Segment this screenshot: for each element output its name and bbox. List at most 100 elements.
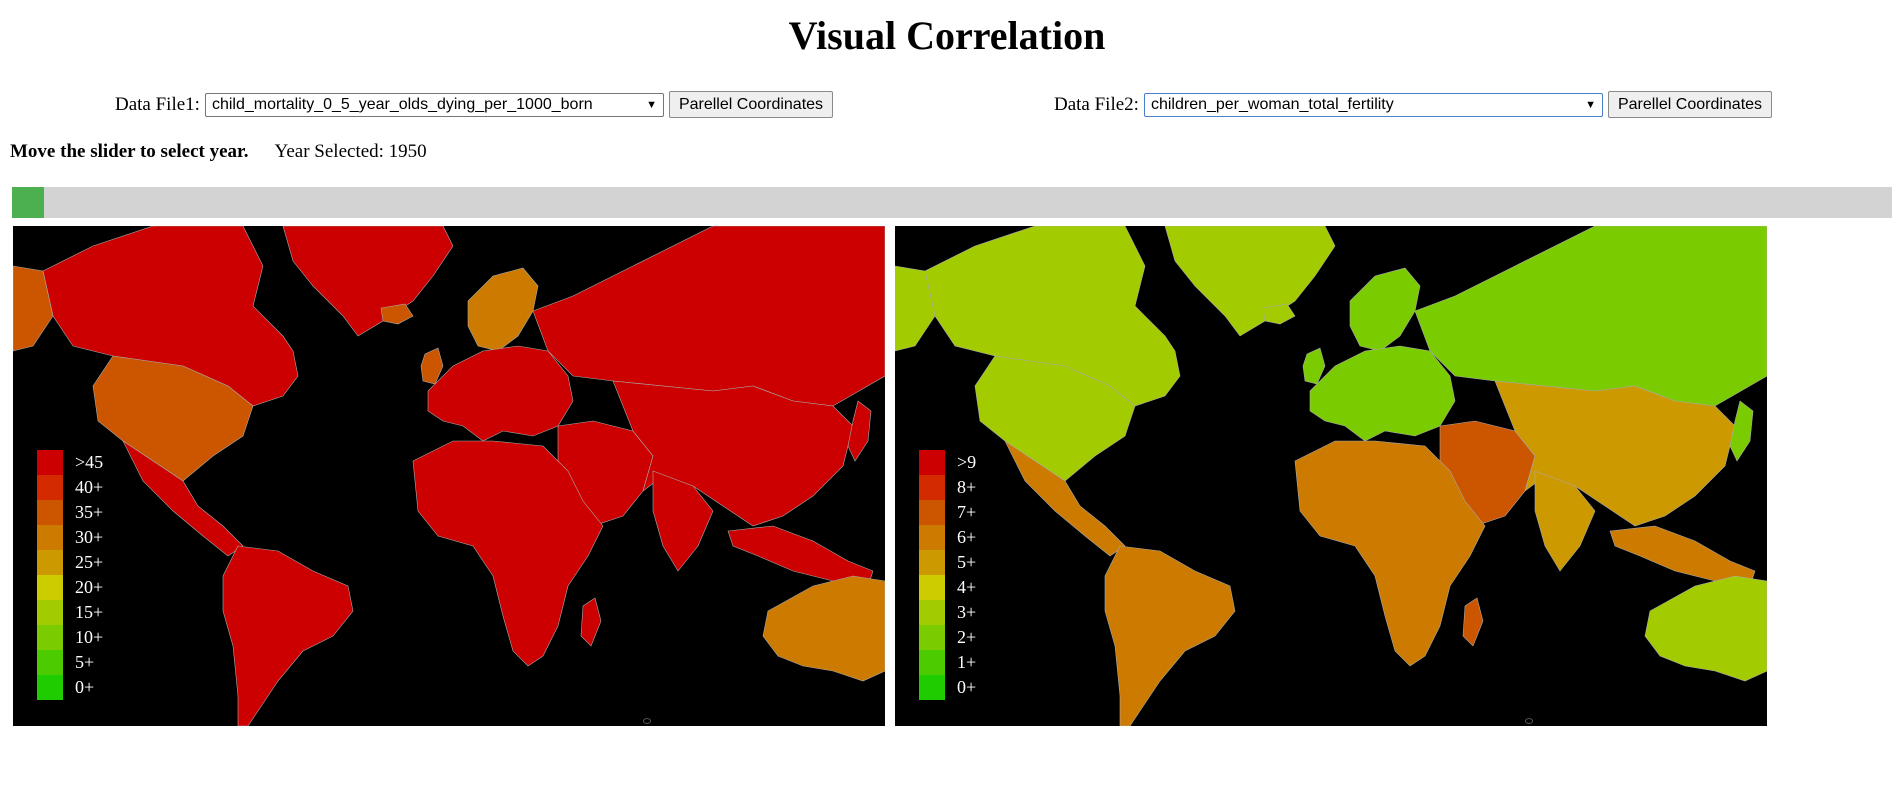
slider-info: Move the slider to select year. Year Sel… (10, 141, 427, 163)
region-australia (762, 575, 885, 682)
legend-item: 0+ (919, 675, 976, 700)
legend-item: 8+ (919, 475, 976, 500)
region-europe (427, 345, 574, 442)
region-europe (1309, 345, 1456, 442)
parallel-coordinates-button-1[interactable]: Parellel Coordinates (668, 91, 834, 118)
legend-label: 6+ (957, 527, 977, 547)
region-russia (1414, 226, 1767, 407)
data-file2-group: Data File2: children_per_woman_total_fer… (1054, 91, 1773, 118)
legend-item: 7+ (919, 500, 976, 525)
dropdown-arrow-icon: ▼ (1585, 98, 1596, 111)
legend-item: 3+ (919, 600, 976, 625)
dropdown-arrow-icon: ▼ (646, 98, 657, 111)
legend-swatch (37, 575, 63, 600)
legend-item: 35+ (37, 500, 103, 525)
legend-item: 4+ (919, 575, 976, 600)
legend-swatch (37, 550, 63, 575)
legend-swatch (37, 475, 63, 500)
data-file2-label: Data File2: (1054, 93, 1139, 115)
region-south-america (222, 545, 354, 726)
legend-swatch (37, 625, 63, 650)
legend-swatch (919, 575, 945, 600)
legend-swatch (37, 450, 63, 475)
parallel-coordinates-button-2[interactable]: Parellel Coordinates (1607, 91, 1773, 118)
legend-swatch (37, 600, 63, 625)
region-iceland (1262, 303, 1296, 325)
region-russia (532, 226, 885, 407)
legend-item: 15+ (37, 600, 103, 625)
legend-swatch (919, 475, 945, 500)
legend-label: 15+ (75, 602, 104, 622)
legend-swatch (37, 525, 63, 550)
region-south-america (1104, 545, 1236, 726)
legend-swatch (919, 650, 945, 675)
legend-swatch (919, 600, 945, 625)
year-selected-text: Year Selected: 1950 (274, 141, 427, 162)
world-map-svg (13, 226, 885, 726)
region-scandinavia (1349, 267, 1421, 352)
legend-item: 1+ (919, 650, 976, 675)
legend-swatch (919, 525, 945, 550)
legend-label: 20+ (75, 577, 104, 597)
region-uk (1302, 347, 1326, 385)
legend-swatch (37, 500, 63, 525)
legend-swatch (919, 500, 945, 525)
legend: >45 40+ 35+ 30+ 25+ 20+ 15+ 10+ 5+ 0+ (37, 450, 103, 700)
legend-item: 30+ (37, 525, 103, 550)
data-file1-group: Data File1: child_mortality_0_5_year_old… (115, 91, 834, 118)
data-file1-value: child_mortality_0_5_year_olds_dying_per_… (211, 95, 593, 113)
legend: >9 8+ 7+ 6+ 5+ 4+ 3+ 2+ 1+ 0+ (919, 450, 976, 700)
map-fertility: >9 8+ 7+ 6+ 5+ 4+ 3+ 2+ 1+ 0+ (895, 226, 1767, 726)
legend-swatch (37, 650, 63, 675)
data-file1-label: Data File1: (115, 93, 200, 115)
region-japan (1729, 400, 1754, 462)
legend-label: 3+ (957, 602, 977, 622)
legend-label: >9 (957, 452, 977, 472)
data-file1-select[interactable]: child_mortality_0_5_year_olds_dying_per_… (204, 92, 664, 117)
data-file2-select[interactable]: children_per_woman_total_fertility ▼ (1143, 92, 1603, 117)
copyright-mark-icon (1525, 718, 1533, 724)
legend-item: >9 (919, 450, 976, 475)
legend-swatch (37, 675, 63, 700)
legend-label: 40+ (75, 477, 104, 497)
year-slider[interactable] (12, 187, 1892, 218)
legend-label: 30+ (75, 527, 104, 547)
legend-item: 25+ (37, 550, 103, 575)
copyright-mark-icon (643, 718, 651, 724)
legend-label: 35+ (75, 502, 104, 522)
legend-item: 10+ (37, 625, 103, 650)
legend-label: 2+ (957, 627, 977, 647)
region-greenland (1164, 226, 1336, 337)
page-title: Visual Correlation (788, 13, 1106, 58)
legend-item: 5+ (37, 650, 103, 675)
legend-label: 8+ (957, 477, 977, 497)
region-scandinavia (467, 267, 539, 352)
legend-swatch (919, 675, 945, 700)
region-australia (1644, 575, 1767, 682)
legend-item: 0+ (37, 675, 103, 700)
legend-label: 7+ (957, 502, 977, 522)
region-iceland (380, 303, 414, 325)
year-slider-thumb[interactable] (12, 187, 44, 218)
legend-label: >45 (75, 452, 104, 472)
legend-label: 1+ (957, 652, 977, 672)
legend-item: 5+ (919, 550, 976, 575)
legend-item: 6+ (919, 525, 976, 550)
slider-instruction: Move the slider to select year. (10, 141, 249, 162)
legend-item: 20+ (37, 575, 103, 600)
legend-swatch (919, 550, 945, 575)
region-madagascar (1462, 597, 1484, 647)
legend-label: 5+ (957, 552, 977, 572)
region-greenland (282, 226, 454, 337)
legend-label: 25+ (75, 552, 104, 572)
data-file2-value: children_per_woman_total_fertility (1150, 95, 1394, 113)
legend-label: 4+ (957, 577, 977, 597)
legend-label: 5+ (75, 652, 95, 672)
map-child-mortality: >45 40+ 35+ 30+ 25+ 20+ 15+ 10+ 5+ 0+ (13, 226, 885, 726)
legend-swatch (919, 625, 945, 650)
legend-label: 0+ (75, 677, 95, 697)
legend-label: 10+ (75, 627, 104, 647)
legend-label: 0+ (957, 677, 977, 697)
legend-item: 2+ (919, 625, 976, 650)
legend-item: 40+ (37, 475, 103, 500)
